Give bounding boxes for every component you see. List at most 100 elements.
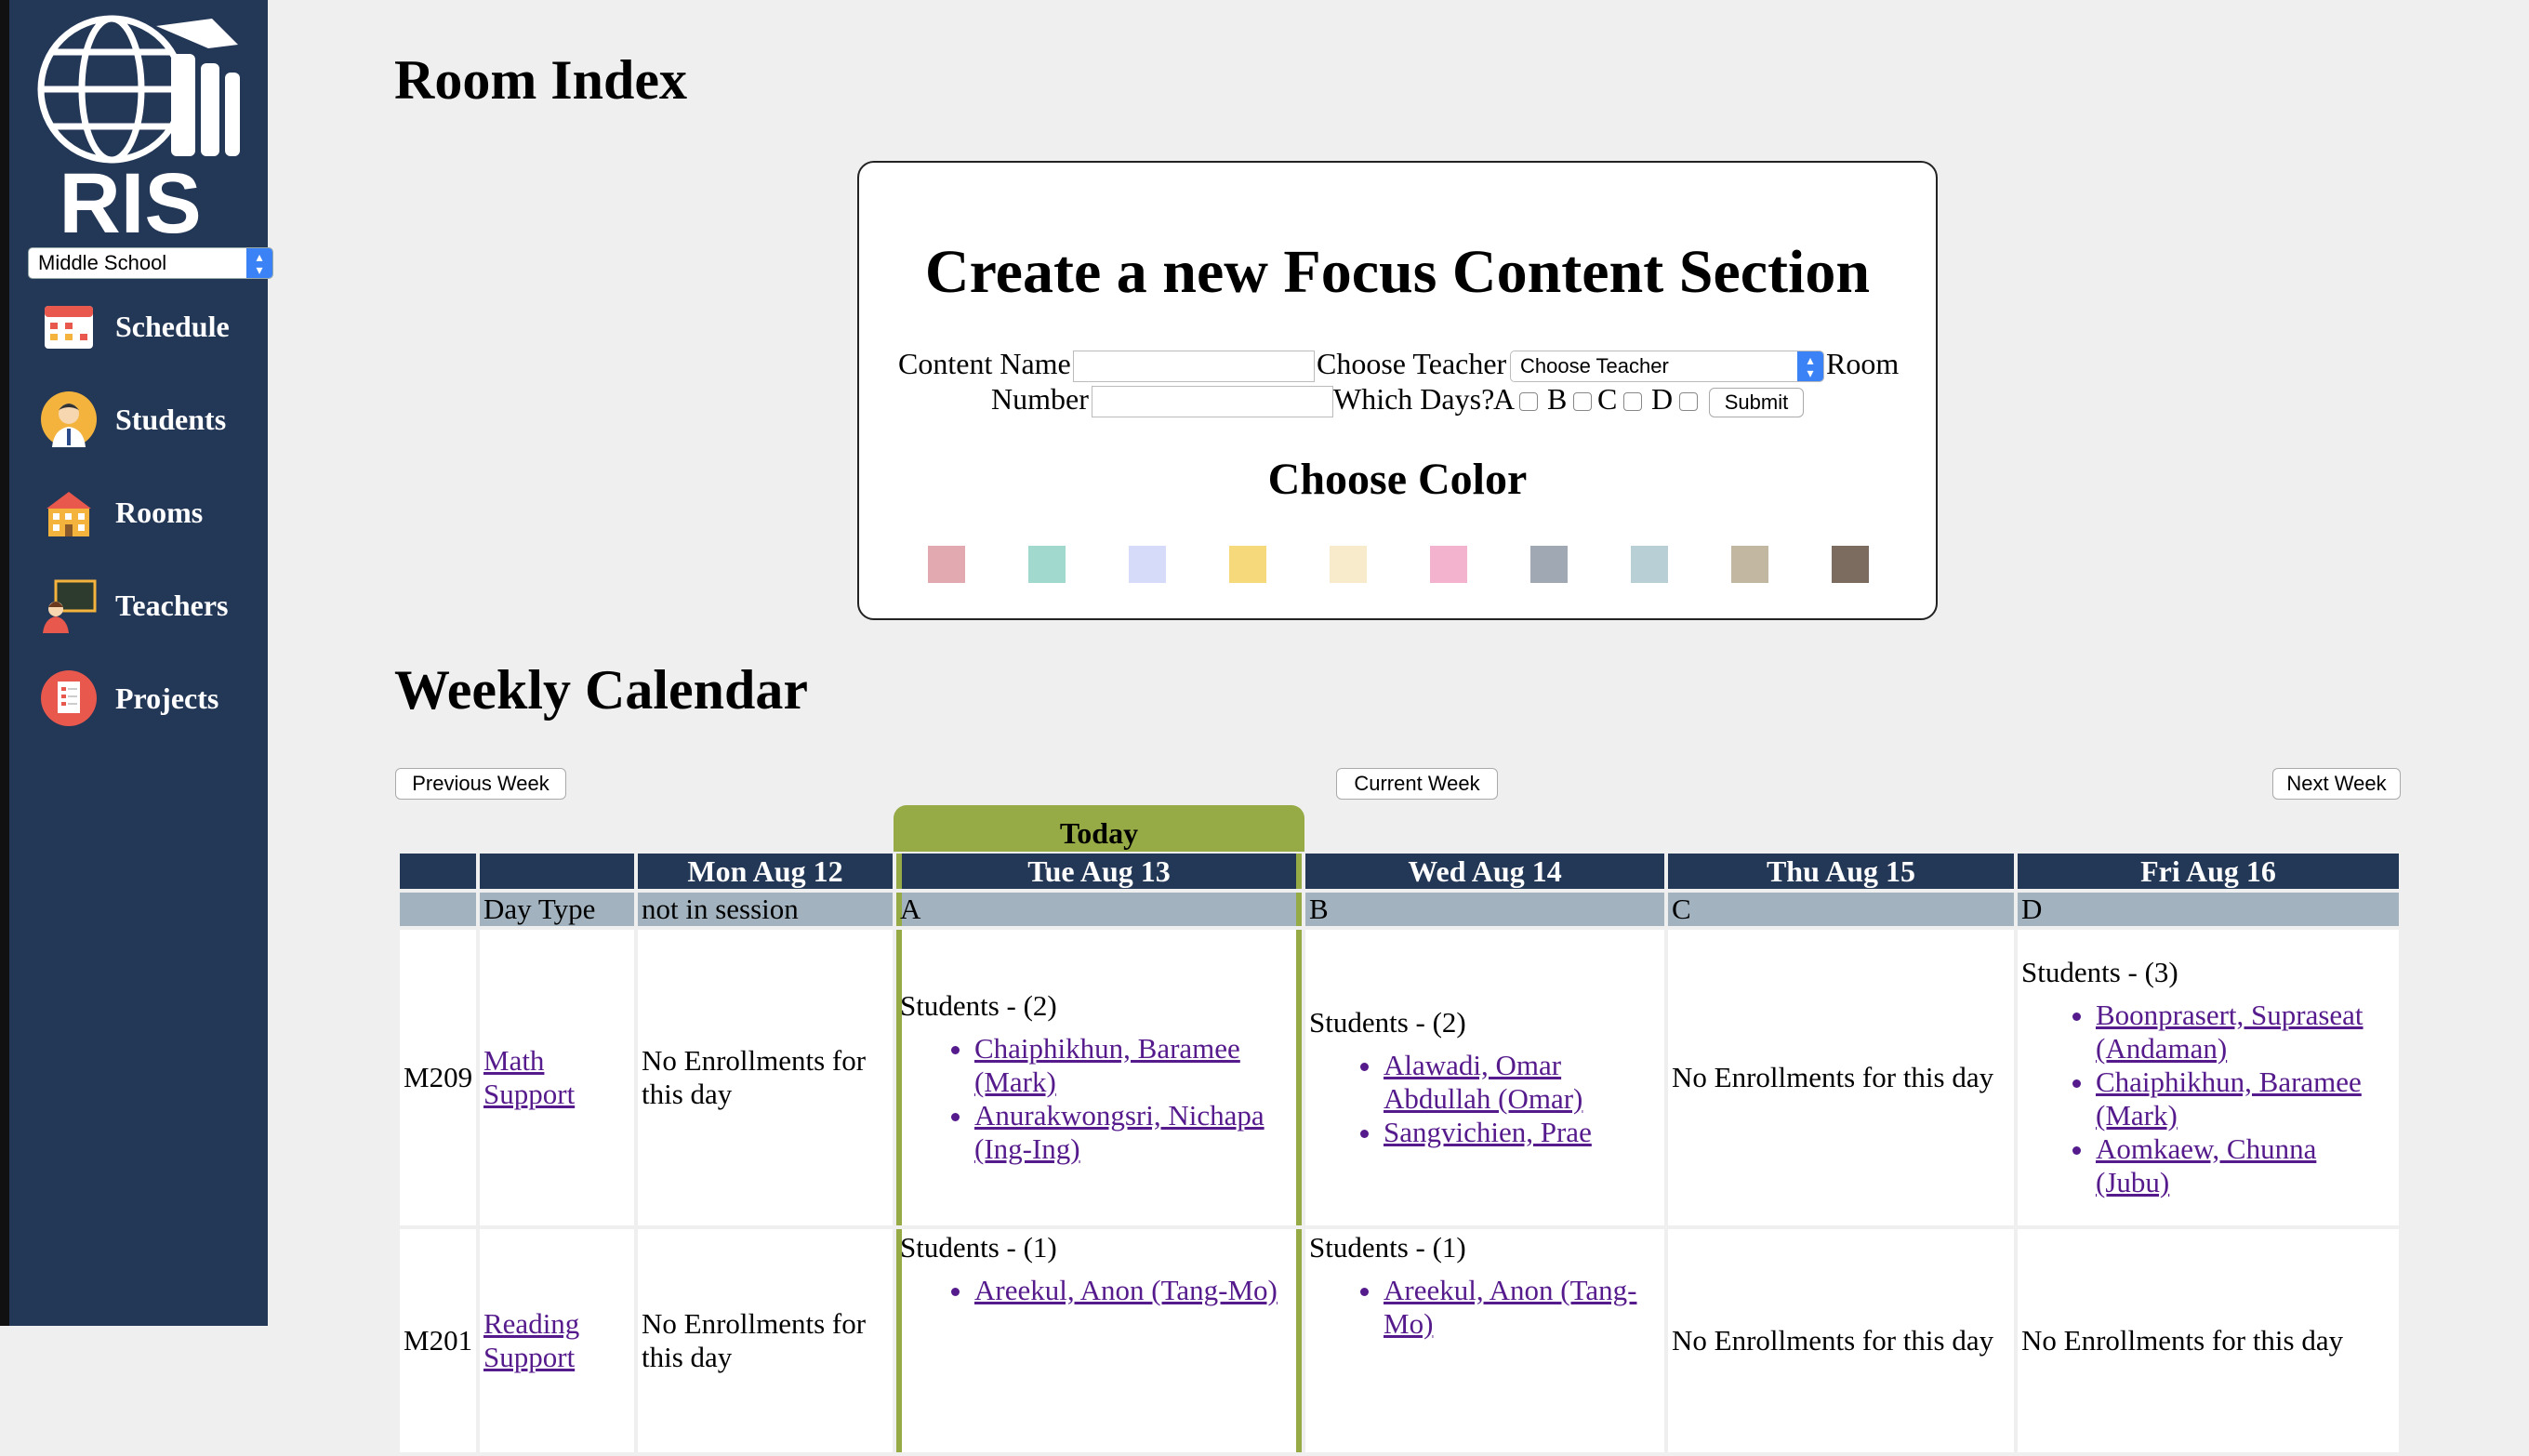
calendar-cell: No Enrollments for this day <box>2018 1229 2399 1452</box>
student-icon <box>41 391 97 447</box>
list-item: Alawadi, Omar Abdullah (Omar) <box>1384 1049 1661 1116</box>
student-link[interactable]: Boonprasert, Supraseat (Andaman) <box>2096 999 2363 1065</box>
select-arrows-icon: ▴ ▾ <box>1797 351 1823 381</box>
section-cell: Reading Support <box>480 1229 634 1452</box>
ris-logo: RIS <box>37 15 240 240</box>
day-d-checkbox[interactable] <box>1679 392 1698 411</box>
list-item: Chaiphikhun, Baramee (Mark) <box>2096 1066 2395 1132</box>
focus-content-form: Create a new Focus Content Section Conte… <box>857 161 1938 620</box>
room-number: M201 <box>400 1229 476 1452</box>
calendar-cell: Students - (1) Areekul, Anon (Tang-Mo) <box>896 1229 1302 1452</box>
student-link[interactable]: Chaiphikhun, Baramee (Mark) <box>974 1032 1240 1098</box>
color-swatch[interactable] <box>1430 546 1467 583</box>
color-swatch[interactable] <box>1530 546 1568 583</box>
previous-week-button[interactable]: Previous Week <box>395 768 566 800</box>
calendar-cell: Students - (3) Boonprasert, Supraseat (A… <box>2018 930 2399 1225</box>
student-link[interactable]: Aomkaew, Chunna (Jubu) <box>2096 1132 2316 1198</box>
nav-label: Schedule <box>115 309 230 343</box>
calendar-cell: No Enrollments for this day <box>1668 930 2014 1225</box>
color-swatch[interactable] <box>1129 546 1166 583</box>
section-cell: Math Support <box>480 930 634 1225</box>
day-a-checkbox[interactable] <box>1519 392 1538 411</box>
teacher-icon <box>41 577 97 633</box>
list-item: Sangvichien, Prae <box>1384 1116 1661 1149</box>
day-type-label: Day Type <box>480 893 634 926</box>
select-arrows-icon: ▴ ▾ <box>246 248 272 278</box>
table-row: M209 Math Support No Enrollments for thi… <box>400 930 2399 1225</box>
day-c-checkbox[interactable] <box>1623 392 1642 411</box>
list-item: Aomkaew, Chunna (Jubu) <box>2096 1132 2395 1199</box>
student-link[interactable]: Anurakwongsri, Nichapa (Ing-Ing) <box>974 1099 1264 1165</box>
color-swatch[interactable] <box>1330 546 1367 583</box>
nav-schedule[interactable]: Schedule <box>41 294 273 359</box>
day-b-checkbox[interactable] <box>1573 392 1592 411</box>
nav-rooms[interactable]: Rooms <box>41 480 273 545</box>
projects-icon <box>41 670 97 726</box>
calendar-cell: No Enrollments for this day <box>638 930 893 1225</box>
student-link[interactable]: Alawadi, Omar Abdullah (Omar) <box>1384 1049 1582 1115</box>
list-item: Boonprasert, Supraseat (Andaman) <box>2096 999 2395 1066</box>
day-c-label: C <box>1597 382 1618 416</box>
students-count: Students - (2) <box>900 989 1057 1022</box>
calendar-heading: Weekly Calendar <box>394 659 808 721</box>
section-column-header <box>480 854 634 889</box>
room-column-header <box>400 854 476 889</box>
day-header: Fri Aug 16 <box>2018 854 2399 889</box>
list-item: Areekul, Anon (Tang-Mo) <box>974 1274 1298 1307</box>
calendar-cell: No Enrollments for this day <box>1668 1229 2014 1452</box>
color-swatch[interactable] <box>928 546 965 583</box>
next-week-button[interactable]: Next Week <box>2272 768 2401 800</box>
list-item: Chaiphikhun, Baramee (Mark) <box>974 1032 1298 1099</box>
school-building-icon <box>41 484 97 540</box>
student-list: Areekul, Anon (Tang-Mo) <box>900 1274 1298 1307</box>
current-week-button[interactable]: Current Week <box>1336 768 1498 800</box>
weekly-calendar-table: Mon Aug 12 Tue Aug 13 Wed Aug 14 Thu Aug… <box>396 850 2403 1456</box>
day-type-cell: B <box>1305 893 1664 926</box>
content-name-input[interactable] <box>1073 351 1315 382</box>
student-link[interactable]: Sangvichien, Prae <box>1384 1116 1592 1148</box>
nav-label: Projects <box>115 681 219 715</box>
nav-teachers[interactable]: Teachers <box>41 573 273 638</box>
table-row: M201 Reading Support No Enrollments for … <box>400 1229 2399 1452</box>
submit-button[interactable]: Submit <box>1709 388 1804 417</box>
sidebar: RIS Middle School ▴▾ Schedule Students <box>9 0 273 1326</box>
page-title: Room Index <box>394 49 688 111</box>
content-name-label: Content Name <box>898 347 1071 380</box>
nav-projects[interactable]: Projects <box>41 666 273 731</box>
student-list: Chaiphikhun, Baramee (Mark) Anurakwongsr… <box>900 1032 1298 1166</box>
day-header: Thu Aug 15 <box>1668 854 2014 889</box>
student-list: Alawadi, Omar Abdullah (Omar) Sangvichie… <box>1309 1049 1661 1149</box>
room-number-input[interactable] <box>1092 386 1333 417</box>
student-link[interactable]: Chaiphikhun, Baramee (Mark) <box>2096 1066 2362 1132</box>
student-link[interactable]: Areekul, Anon (Tang-Mo) <box>1384 1274 1636 1340</box>
window-edge <box>0 0 9 1326</box>
calendar-cell: Students - (2) Chaiphikhun, Baramee (Mar… <box>896 930 1302 1225</box>
section-link[interactable]: Reading Support <box>483 1307 579 1373</box>
student-link[interactable]: Areekul, Anon (Tang-Mo) <box>974 1274 1278 1306</box>
day-type-cell <box>400 893 476 926</box>
day-a-label: A <box>1493 382 1516 416</box>
calendar-cell: Students - (2) Alawadi, Omar Abdullah (O… <box>1305 930 1664 1225</box>
color-swatch[interactable] <box>1731 546 1768 583</box>
teacher-select-value: Choose Teacher <box>1520 354 1669 377</box>
day-d-label: D <box>1651 382 1674 416</box>
choose-color-heading: Choose Color <box>1267 455 1528 504</box>
color-swatch[interactable] <box>1631 546 1668 583</box>
calendar-cell: Students - (1) Areekul, Anon (Tang-Mo) <box>1305 1229 1664 1452</box>
students-count: Students - (1) <box>900 1231 1057 1264</box>
color-swatch[interactable] <box>1832 546 1869 583</box>
color-swatch[interactable] <box>1028 546 1066 583</box>
choose-teacher-label: Choose Teacher <box>1317 347 1507 380</box>
form-heading: Create a new Focus Content Section <box>924 238 1871 306</box>
student-list: Areekul, Anon (Tang-Mo) <box>1309 1274 1661 1341</box>
calendar-icon <box>41 298 97 354</box>
list-item: Areekul, Anon (Tang-Mo) <box>1384 1274 1661 1341</box>
color-swatch[interactable] <box>1229 546 1266 583</box>
school-select[interactable]: Middle School ▴ ▾ <box>28 247 273 279</box>
nav-label: Teachers <box>115 588 229 622</box>
day-type-row: Day Type not in session A B C D <box>400 893 2399 926</box>
section-link[interactable]: Math Support <box>483 1044 575 1110</box>
teacher-select[interactable]: Choose Teacher ▴ ▾ <box>1510 351 1824 382</box>
nav-students[interactable]: Students <box>41 387 273 452</box>
students-count: Students - (1) <box>1309 1231 1466 1264</box>
